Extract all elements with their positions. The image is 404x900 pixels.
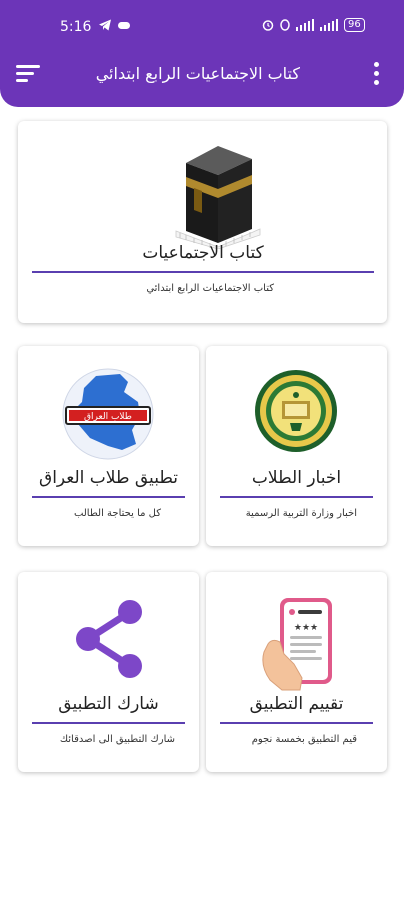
share-icon [76,600,142,678]
app-bar: 5:16 96 كتاب الاجتماعيات الرابع ابتدائي [0,0,404,107]
rate-card-title: تقييم التطبيق [249,694,344,714]
ministry-seal-icon [255,370,337,452]
signal-icon-2 [320,19,338,31]
page-title: كتاب الاجتماعيات الرابع ابتدائي [95,64,300,83]
status-indicators: 96 [262,18,365,32]
cloud-icon [118,22,130,29]
book-card-divider [32,271,374,273]
news-card-title: اخبار الطلاب [251,468,342,488]
rate-card-divider [220,722,373,724]
share-card-subtitle: شارك التطبيق الى اصدقائك [59,734,175,745]
status-time: 5:16 [60,19,92,35]
news-card-subtitle: اخبار وزارة التربية الرسمية [245,508,357,519]
book-card-title: كتاب الاجتماعيات [142,243,264,263]
rate-card-subtitle: قيم التطبيق بخمسة نجوم [251,734,357,745]
app-logo-text: طلاب العراق [84,412,132,422]
battery-indicator: 96 [344,18,365,32]
book-card[interactable]: كتاب الاجتماعيات كتاب الاجتماعيات الرابع… [18,121,387,323]
app-card-divider [32,496,185,498]
rate-card[interactable]: ★★★ تقييم التطبيق قيم التطبيق بخمسة نجوم [206,572,387,772]
book-card-subtitle: كتاب الاجتماعيات الرابع ابتدائي [146,283,274,294]
menu-button[interactable] [14,62,44,86]
telegram-icon [99,19,111,31]
alarm-icon [262,20,274,31]
news-card-divider [220,496,373,498]
iraq-map-icon: طلاب العراق [62,368,154,460]
app-card-subtitle: كل ما يحتاجة الطالب [73,508,161,519]
signal-icon [296,19,314,31]
share-card-divider [32,722,185,724]
status-bar: 5:16 96 [0,0,404,54]
more-options-button[interactable] [364,60,388,88]
app-card-title: تطبيق طلاب العراق [39,468,178,488]
share-card-title: شارك التطبيق [58,694,159,714]
share-card[interactable]: شارك التطبيق شارك التطبيق الى اصدقائك [18,572,199,772]
kaaba-icon [175,146,261,249]
vpn-icon [280,19,290,31]
phone-rating-icon: ★★★ [262,598,332,691]
news-card[interactable]: اخبار الطلاب اخبار وزارة التربية الرسمية [206,346,387,546]
app-card[interactable]: طلاب العراق تطبيق طلاب العراق كل ما يحتا… [18,346,199,546]
svg-text:★★★: ★★★ [294,623,318,633]
